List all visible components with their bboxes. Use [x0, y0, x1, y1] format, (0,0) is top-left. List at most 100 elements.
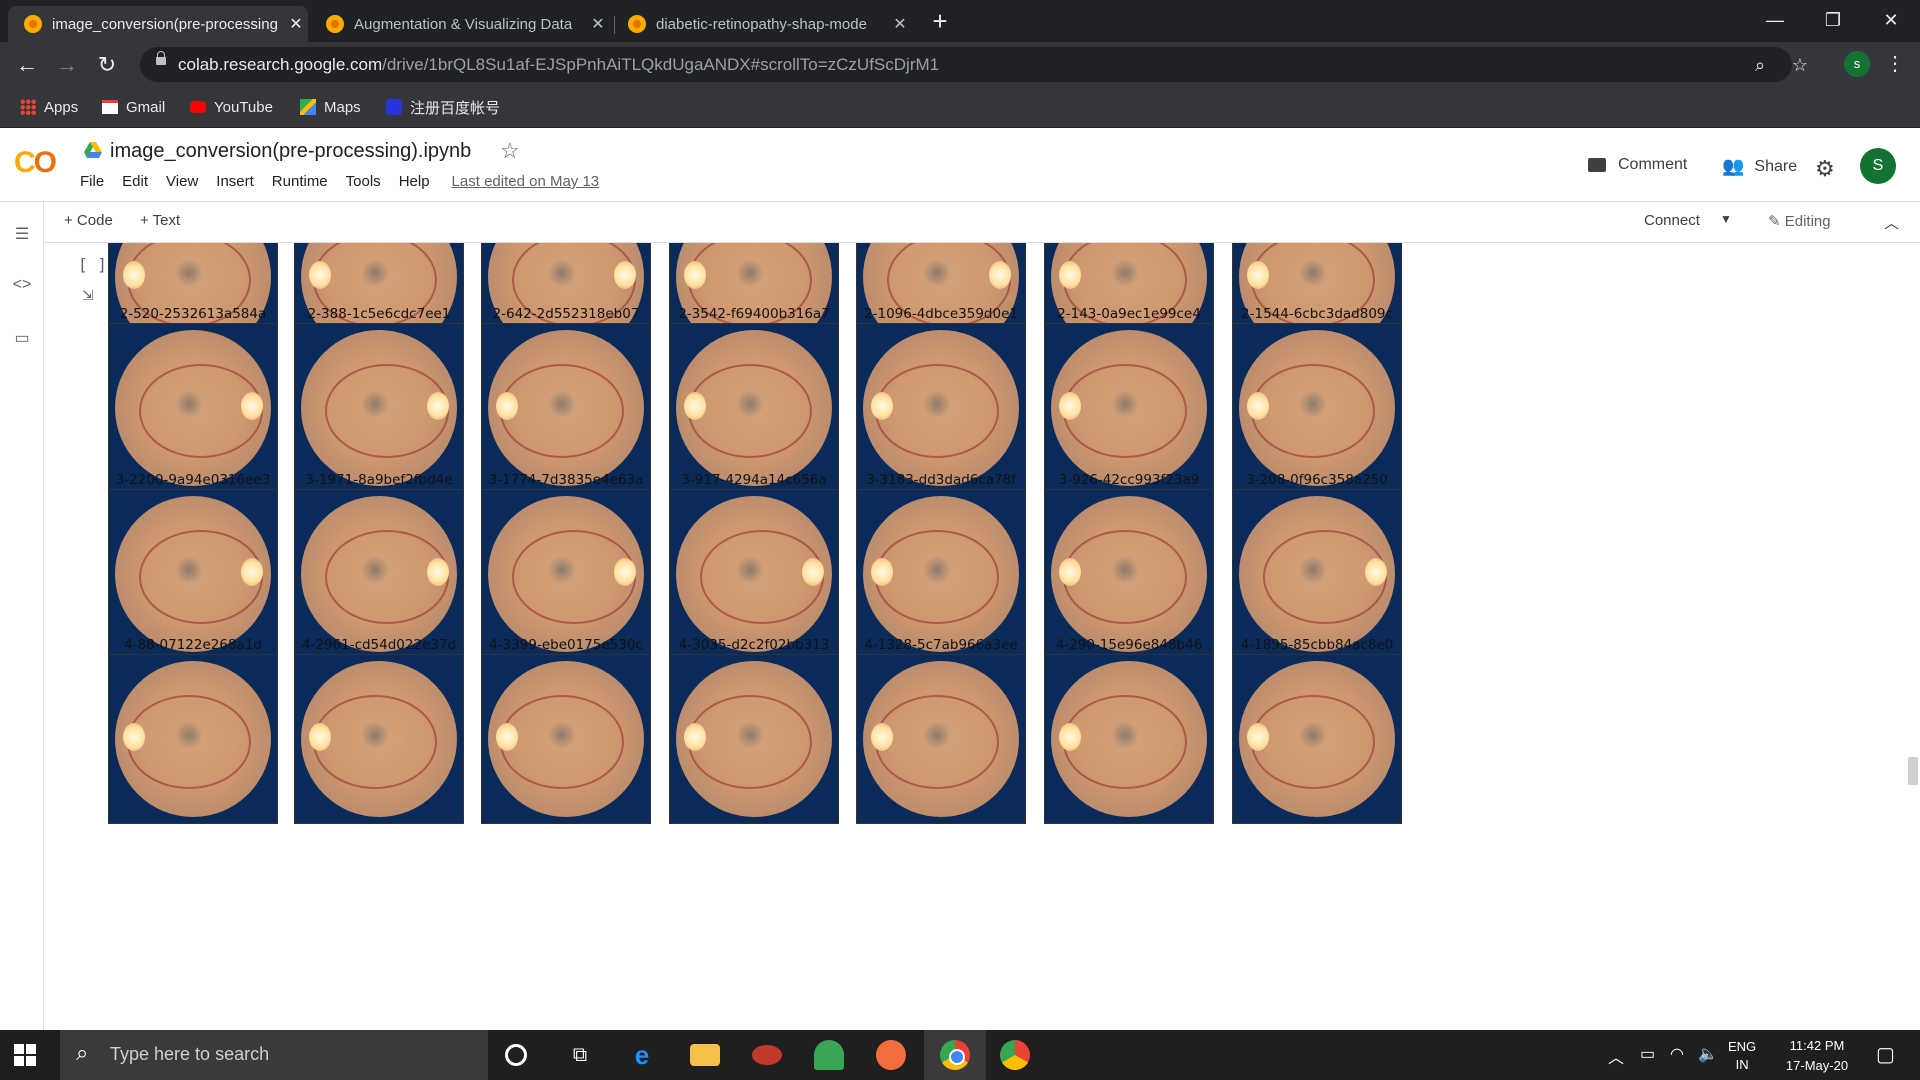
blood-vessel — [500, 364, 624, 458]
chrome-profile-avatar[interactable]: s — [1844, 51, 1870, 77]
app-red-icon[interactable] — [752, 1045, 782, 1065]
fundus-image — [1044, 323, 1214, 493]
tray-chevron-up-icon[interactable]: ︿ — [1608, 1044, 1624, 1068]
share-button[interactable]: 👥 Share — [1722, 156, 1797, 177]
chrome-taskbar-active[interactable] — [924, 1030, 986, 1080]
table-of-contents-icon[interactable]: ☰ — [12, 224, 32, 244]
left-sidebar-rail: ☰ <> ▭ — [0, 202, 44, 1030]
close-tab-icon[interactable]: ✕ — [892, 14, 908, 34]
blood-vessel — [1063, 695, 1187, 789]
fundus-image — [1232, 323, 1402, 493]
bookmark-maps[interactable]: Maps — [300, 96, 361, 118]
bookmark-baidu[interactable]: 注册百度帐号 — [386, 96, 500, 118]
comment-button[interactable]: Comment — [1588, 156, 1687, 174]
notebook-title[interactable]: image_conversion(pre-processing).ipynb — [110, 140, 471, 163]
tab-image-conversion[interactable]: image_conversion(pre-processing ✕ — [8, 6, 308, 42]
blood-vessel — [875, 530, 999, 624]
file-explorer-icon[interactable] — [690, 1044, 720, 1066]
lock-icon — [156, 51, 166, 65]
windows-start-icon[interactable] — [14, 1044, 36, 1066]
app-green-icon[interactable] — [814, 1040, 844, 1070]
wifi-icon[interactable]: ◠ — [1670, 1044, 1684, 1064]
fundus-image — [669, 654, 839, 824]
add-text-cell-button[interactable]: + Text — [140, 212, 180, 229]
colab-logo[interactable]: CO — [14, 146, 57, 180]
fundus-image — [481, 654, 651, 824]
fundus-image — [1232, 489, 1402, 659]
bookmark-star-icon[interactable]: ☆ — [1788, 53, 1812, 77]
menu-runtime[interactable]: Runtime — [272, 173, 328, 190]
star-notebook-icon[interactable]: ☆ — [500, 138, 520, 164]
tab-title: image_conversion(pre-processing — [52, 15, 278, 33]
tab-title: Augmentation & Visualizing Data — [354, 15, 573, 33]
blood-vessel — [127, 695, 251, 789]
connect-dropdown-icon[interactable]: ▼ — [1720, 212, 1732, 226]
close-tab-icon[interactable]: ✕ — [590, 14, 606, 34]
optic-disc — [496, 392, 518, 420]
youtube-icon — [190, 101, 206, 113]
chrome-second-icon[interactable] — [1000, 1040, 1030, 1070]
edge-browser-icon[interactable]: e — [627, 1040, 657, 1070]
settings-gear-icon[interactable]: ⚙ — [1815, 156, 1835, 182]
bookmark-youtube[interactable]: YouTube — [190, 96, 273, 118]
app-orange-icon[interactable] — [876, 1040, 906, 1070]
url-text: colab.research.google.com/drive/1brQL8Su… — [178, 55, 940, 74]
last-edited-link[interactable]: Last edited on May 13 — [452, 173, 600, 190]
back-arrow-icon[interactable]: ← — [10, 48, 44, 82]
fundus-image — [294, 489, 464, 659]
colab-favicon-icon — [326, 15, 344, 33]
optic-disc — [1247, 392, 1269, 420]
output-actions-icon[interactable]: ⇲ — [82, 287, 98, 303]
tab-diabetic-retinopathy[interactable]: diabetic-retinopathy-shap-mode ✕ — [612, 6, 912, 42]
scrollbar-thumb[interactable] — [1908, 757, 1918, 785]
pencil-icon: ✎ — [1768, 213, 1781, 230]
address-bar[interactable]: colab.research.google.com/drive/1brQL8Su… — [140, 47, 1808, 82]
restore-window-icon[interactable]: ❐ — [1806, 0, 1860, 40]
optic-disc — [684, 723, 706, 751]
blood-vessel — [688, 695, 812, 789]
collapse-header-icon[interactable]: ︿ — [1884, 212, 1899, 233]
notebook-content: [ ] ⇲ 2-520-2532613a584a 2-388-1c5e6cdc7e… — [44, 243, 1920, 1030]
forward-arrow-icon[interactable]: → — [50, 48, 84, 82]
code-snippets-icon[interactable]: <> — [12, 276, 32, 296]
menu-tools[interactable]: Tools — [346, 173, 381, 190]
image-label: 3-208-0f96c358a250 — [1246, 472, 1388, 488]
close-tab-icon[interactable]: ✕ — [288, 14, 304, 34]
menu-file[interactable]: File — [80, 173, 104, 190]
tab-augmentation[interactable]: Augmentation & Visualizing Data ✕ — [310, 6, 610, 42]
cortana-icon[interactable] — [505, 1044, 527, 1066]
chrome-menu-icon[interactable]: ⋮ — [1885, 48, 1905, 80]
minimize-window-icon[interactable]: — — [1748, 0, 1802, 40]
user-avatar[interactable]: S — [1860, 148, 1896, 184]
close-window-icon[interactable]: ✕ — [1864, 0, 1918, 40]
zoom-search-icon[interactable]: ⌕ — [1748, 53, 1772, 77]
bookmark-apps[interactable]: Apps — [20, 96, 78, 118]
language-indicator[interactable]: ENG IN — [1728, 1038, 1756, 1074]
add-code-cell-button[interactable]: + Code — [64, 212, 113, 229]
notifications-icon[interactable]: ▢ — [1876, 1042, 1895, 1067]
battery-icon[interactable]: ▭ — [1640, 1044, 1655, 1064]
taskbar-clock[interactable]: 11:42 PM 17-May-20 — [1772, 1036, 1862, 1076]
fundus-image — [108, 323, 278, 493]
fundus-image — [1044, 489, 1214, 659]
menu-edit[interactable]: Edit — [122, 173, 148, 190]
maps-icon — [300, 99, 316, 115]
menu-insert[interactable]: Insert — [216, 173, 254, 190]
taskbar-search-box[interactable]: ⌕ Type here to search — [60, 1030, 488, 1080]
reload-icon[interactable]: ↻ — [90, 48, 124, 82]
task-view-icon[interactable]: ⧉ — [565, 1040, 595, 1070]
optic-disc — [309, 723, 331, 751]
optic-disc — [684, 261, 706, 289]
blood-vessel — [1063, 530, 1187, 624]
bookmark-gmail[interactable]: Gmail — [102, 96, 165, 118]
volume-icon[interactable]: 🔈 — [1698, 1044, 1718, 1064]
new-tab-button[interactable]: + — [924, 6, 956, 38]
cell-run-indicator[interactable]: [ ] — [78, 255, 107, 274]
optic-disc — [614, 261, 636, 289]
menu-help[interactable]: Help — [399, 173, 430, 190]
menu-view[interactable]: View — [166, 173, 198, 190]
editing-mode-button[interactable]: ✎ Editing — [1768, 212, 1831, 230]
optic-disc — [123, 261, 145, 289]
connect-button[interactable]: Connect — [1644, 212, 1700, 229]
files-folder-icon[interactable]: ▭ — [12, 328, 32, 348]
